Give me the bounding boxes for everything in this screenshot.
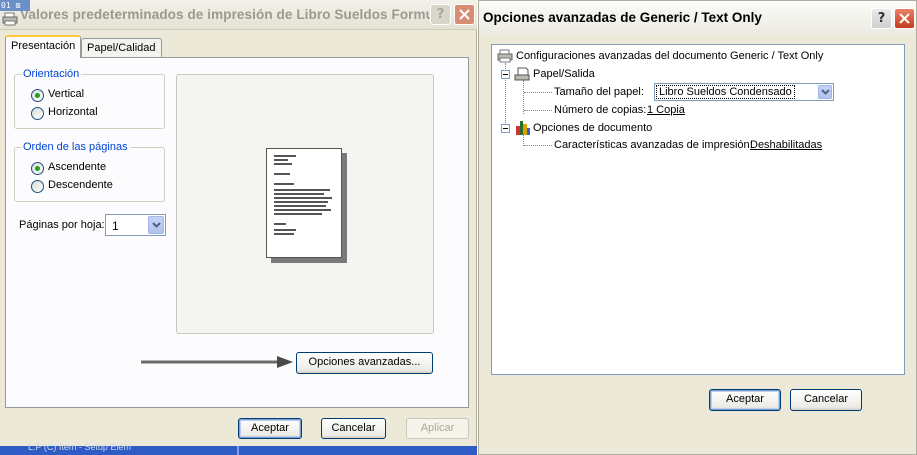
document-options-icon: [516, 121, 530, 135]
ok-button[interactable]: Aceptar: [709, 389, 781, 411]
tree-node-opciones-documento[interactable]: Opciones de documento: [533, 122, 652, 134]
window-title: Valores predeterminados de impresión de …: [20, 7, 450, 22]
title-bar[interactable]: Opciones avanzadas de Generic / Text Onl…: [479, 1, 916, 34]
arrow-icon: [141, 356, 293, 368]
tree-root-label: Configuraciones avanzadas del documento …: [516, 50, 824, 62]
copies-value-link[interactable]: 1 Copia: [647, 104, 685, 116]
radio-vertical-label: Vertical: [48, 88, 85, 100]
printer-icon: [497, 49, 513, 63]
document-lines-icon: [274, 155, 332, 235]
copies-label: Número de copias:: [554, 104, 647, 116]
orientation-group: Orientación Vertical Horizontal: [14, 68, 165, 129]
radio-ascendente-label: Ascendente: [48, 161, 107, 173]
tree-line: [524, 110, 552, 111]
advanced-options-button[interactable]: Opciones avanzadas...: [296, 352, 433, 374]
title-bar[interactable]: Valores predeterminados de impresión de …: [0, 0, 477, 30]
radio-vertical-control[interactable]: [31, 89, 44, 102]
radio-horizontal-control[interactable]: [31, 107, 44, 120]
tree-line: [524, 92, 552, 93]
cancel-button[interactable]: Cancelar: [790, 389, 862, 411]
paper-size-label: Tamaño del papel:: [554, 86, 644, 98]
advanced-print-value-link[interactable]: Deshabilitadas: [750, 139, 822, 151]
tab-presentacion[interactable]: Presentación: [5, 35, 82, 58]
advanced-print-label: Características avanzadas de impresión:: [554, 139, 753, 151]
close-button[interactable]: [894, 8, 915, 29]
help-button[interactable]: ?: [871, 8, 892, 29]
window-badge: 01 ⊠: [0, 0, 30, 11]
collapse-papel-salida[interactable]: [501, 70, 510, 79]
page-order-legend: Orden de las páginas: [21, 141, 130, 153]
radio-ascendente-control[interactable]: [31, 162, 44, 175]
cancel-button[interactable]: Cancelar: [321, 418, 386, 439]
close-icon: [459, 9, 470, 20]
pages-per-sheet-label: Páginas por hoja:: [19, 219, 105, 231]
tree-line: [524, 145, 552, 146]
paper-output-icon: [514, 67, 530, 81]
pages-per-sheet-select[interactable]: 1: [105, 214, 166, 236]
orientation-legend: Orientación: [21, 68, 82, 80]
paper-size-select[interactable]: Libro Sueldos Condensado: [654, 83, 834, 101]
help-button[interactable]: ?: [430, 4, 451, 25]
apply-button[interactable]: Aplicar: [406, 418, 469, 439]
advanced-options-window: Opciones avanzadas de Generic / Text Onl…: [478, 0, 917, 455]
close-icon: [899, 13, 910, 24]
tab-papel-calidad[interactable]: Papel/Calidad: [81, 38, 162, 59]
page-order-group: Orden de las páginas Ascendente Descende…: [14, 141, 165, 202]
tree-line: [523, 80, 524, 114]
chevron-down-icon: [821, 89, 830, 95]
radio-horizontal-label: Horizontal: [48, 106, 98, 118]
dropdown-button[interactable]: [818, 85, 832, 99]
radio-descendente-label: Descendente: [48, 179, 113, 191]
printer-icon: [2, 12, 18, 26]
taskbar-item-label[interactable]: L.P (C) Item - Setup Elem: [28, 442, 131, 455]
collapse-opciones-documento[interactable]: [501, 124, 510, 133]
badge-number: 01: [1, 1, 11, 10]
window-mini-icon: ⊠: [15, 1, 21, 10]
paper-size-value: Libro Sueldos Condensado: [656, 85, 795, 99]
taskbar-separator: [237, 446, 239, 455]
close-button[interactable]: [454, 4, 475, 25]
preview-page-icon: [266, 148, 342, 258]
pages-per-sheet-value: 1: [112, 219, 119, 233]
ok-button[interactable]: Aceptar: [238, 418, 302, 439]
print-defaults-window: Valores predeterminados de impresión de …: [0, 0, 477, 455]
window-title: Opciones avanzadas de Generic / Text Onl…: [483, 10, 762, 25]
dropdown-button[interactable]: [148, 216, 164, 234]
radio-descendente-control[interactable]: [31, 180, 44, 193]
tree-node-papel-salida[interactable]: Papel/Salida: [533, 68, 595, 80]
chevron-down-icon: [152, 222, 161, 228]
settings-tree: Configuraciones avanzadas del documento …: [491, 44, 905, 375]
